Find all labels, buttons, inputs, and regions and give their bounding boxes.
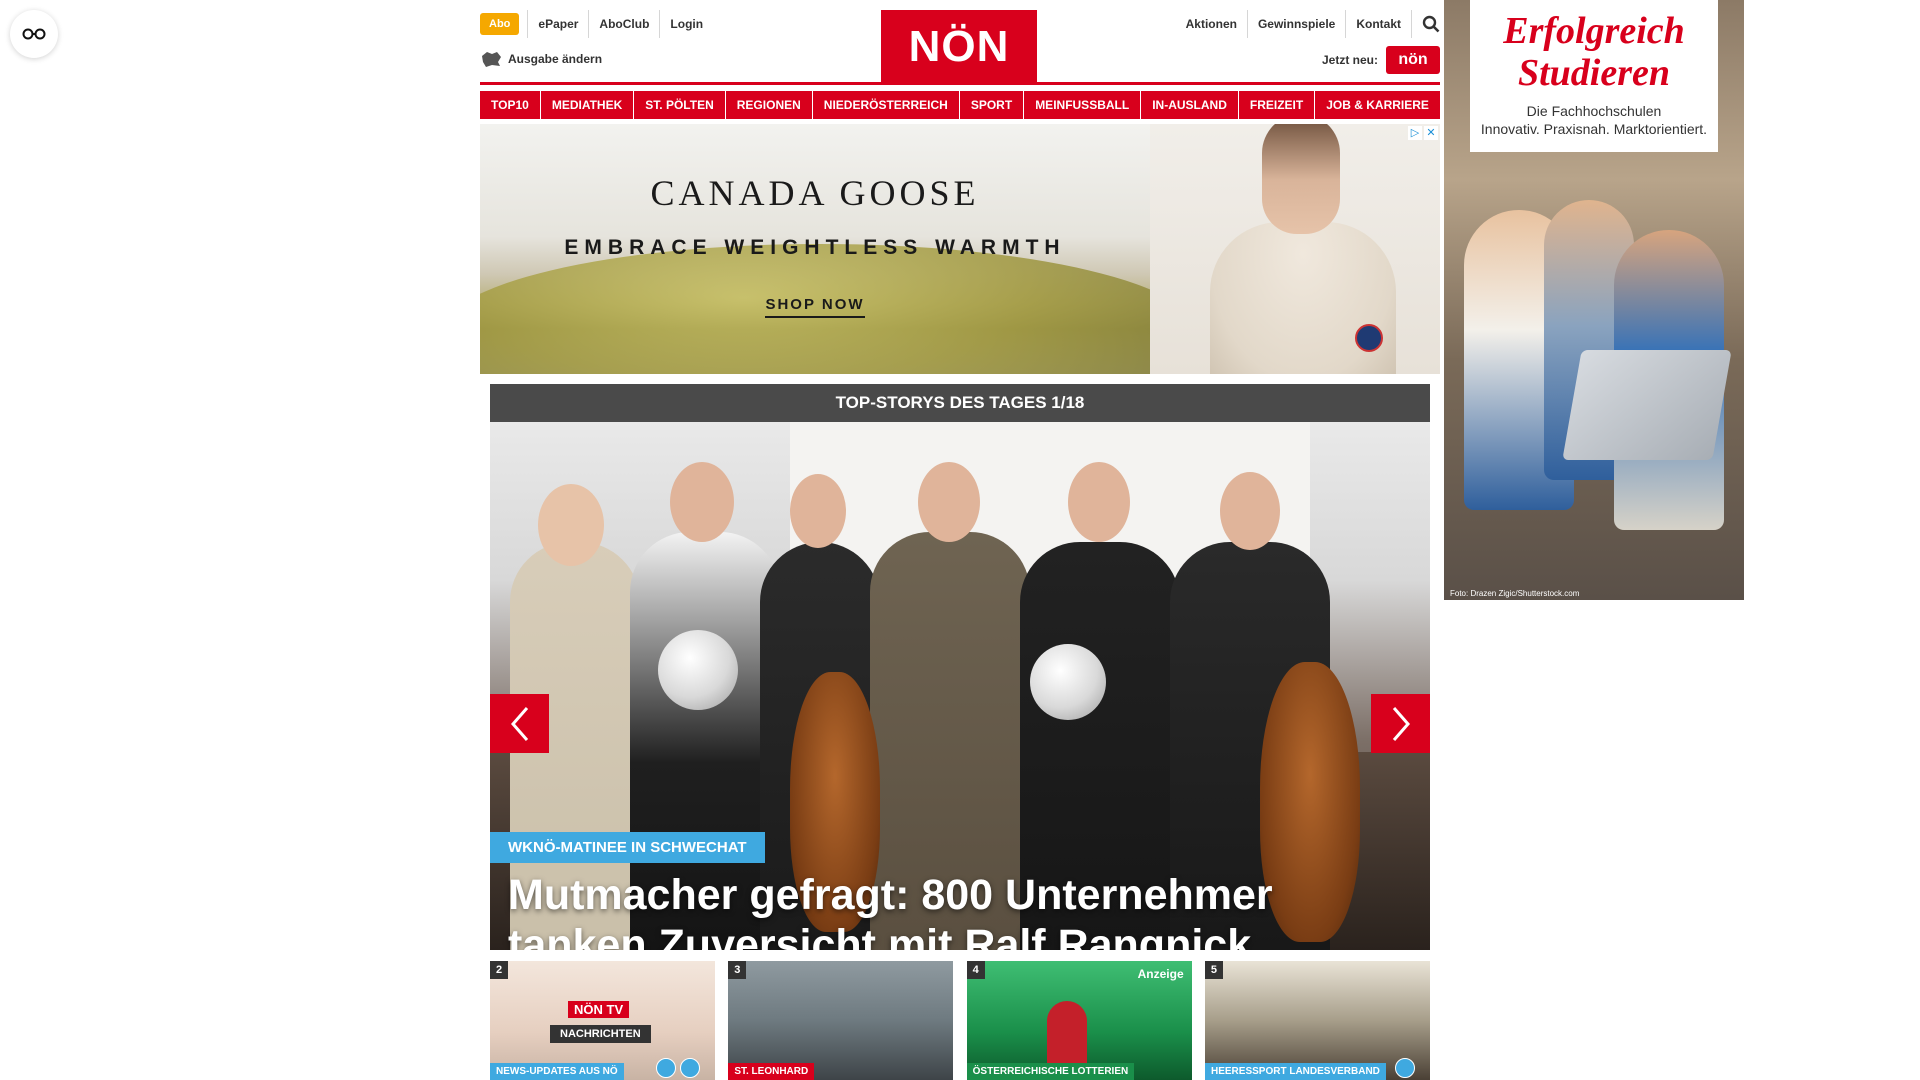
edition-switcher[interactable]: Ausgabe ändern — [480, 50, 602, 68]
adchoices-icon[interactable]: ▷ — [1408, 126, 1422, 140]
aboclub-link[interactable]: AboClub — [588, 10, 659, 38]
abo-button[interactable]: Abo — [480, 13, 520, 35]
ad-close-icon[interactable]: ✕ — [1424, 126, 1438, 140]
site-header: Abo ePaper AboClub Login Ausgabe ändern … — [480, 0, 1440, 92]
ad-text-card: Erfolgreich Studieren Die Fachhochschule… — [1470, 0, 1718, 152]
chevron-right-icon — [1392, 706, 1410, 741]
ad-cta[interactable]: SHOP NOW — [480, 296, 1150, 318]
jetzt-neu: Jetzt neu: nön — [1322, 46, 1440, 74]
thumb-number: 2 — [490, 961, 508, 979]
story-thumb-5[interactable]: 5 HEERESSPORT LANDESVERBAND — [1204, 961, 1430, 1080]
ad-cta-label: SHOP NOW — [765, 296, 865, 318]
story-thumb-4[interactable]: 4 Anzeige ÖSTERREICHISCHE LOTTERIEN — [966, 961, 1192, 1080]
ad-brand: CANADA GOOSE — [650, 173, 980, 213]
ad-line-2: Innovativ. Praxisnah. Marktorientiert. — [1480, 121, 1708, 137]
anzeige-label: Anzeige — [1137, 967, 1184, 981]
aktionen-link[interactable]: Aktionen — [1176, 10, 1248, 38]
kontakt-link[interactable]: Kontakt — [1346, 10, 1412, 38]
nav-item-niederoesterreich[interactable]: NIEDERÖSTERREICH — [812, 91, 959, 119]
jetzt-neu-label: Jetzt neu: — [1321, 53, 1378, 67]
football-1 — [658, 630, 738, 710]
thumb-number: 4 — [966, 961, 985, 979]
epaper-link[interactable]: ePaper — [527, 10, 588, 38]
photo-credit: Foto: Drazen Zigic/Shutterstock.com — [1450, 589, 1580, 598]
glasses-icon — [22, 28, 46, 40]
search-icon — [1422, 15, 1440, 33]
nav-item-mediathek[interactable]: MEDIATHEK — [540, 91, 634, 119]
thumb-category: ST. LEONHARD — [728, 1063, 815, 1080]
adchoices[interactable]: ▷ ✕ — [1408, 126, 1438, 140]
main-nav: TOP10 MEDIATHEK ST. PÖLTEN REGIONEN NIED… — [480, 91, 1440, 119]
non-logo[interactable]: NÖN — [881, 10, 1037, 83]
lower-austria-map-icon — [482, 52, 501, 67]
play-icon — [680, 1058, 700, 1078]
nav-item-job-karriere[interactable]: JOB & KARRIERE — [1315, 91, 1440, 119]
camera-icon — [1394, 1058, 1415, 1078]
header-divider — [480, 82, 1440, 85]
story-thumb-3[interactable]: 3 ST. LEONHARD — [728, 961, 954, 1080]
slider-next-button[interactable] — [1371, 694, 1430, 753]
ad-model-image — [1150, 124, 1440, 374]
nav-item-meinfussball[interactable]: MEINFUSSBALL — [1024, 91, 1141, 119]
top-right-links: Aktionen Gewinnspiele Kontakt — [1176, 10, 1440, 38]
football-2 — [1030, 644, 1106, 720]
canada-goose-ad[interactable]: CANADA GOOSE EMBRACE WEIGHTLESS WARMTH S… — [480, 124, 1440, 374]
nav-item-in-ausland[interactable]: IN-AUSLAND — [1141, 91, 1238, 119]
edition-label: Ausgabe ändern — [508, 52, 603, 66]
search-button[interactable] — [1412, 15, 1440, 33]
slider-image[interactable]: WKNÖ-MATINEE IN SCHWECHAT Mutmacher gefr… — [490, 422, 1430, 950]
camera-icon — [656, 1058, 676, 1078]
thumb-category: NEWS-UPDATES AUS NÖ — [490, 1063, 624, 1080]
thumb-category: HEERESSPORT LANDESVERBAND — [1204, 1063, 1386, 1080]
nav-item-st-poelten[interactable]: ST. PÖLTEN — [634, 91, 725, 119]
slider-title: TOP-STORYS DES TAGES 1/18 — [490, 384, 1430, 422]
ad-headline-1: Erfolgreich — [1503, 10, 1685, 52]
ad-tagline: EMBRACE WEIGHTLESS WARMTH — [564, 236, 1066, 259]
login-link[interactable]: Login — [659, 10, 713, 38]
top-stories-slider: TOP-STORYS DES TAGES 1/18 WKNÖ-MATINEE I… — [490, 384, 1430, 950]
story-thumb-2[interactable]: NÖN TV NACHRICHTEN 2 NEWS-UPDATES AUS NÖ — [490, 961, 715, 1080]
story-headline[interactable]: Mutmacher gefragt: 800 Unternehmer tanke… — [508, 870, 1388, 950]
thumb-number: 3 — [728, 961, 747, 979]
nav-item-freizeit[interactable]: FREIZEIT — [1238, 91, 1315, 119]
thumb-category: ÖSTERREICHISCHE LOTTERIEN — [966, 1063, 1135, 1080]
top-left-links: Abo ePaper AboClub Login — [480, 10, 713, 38]
laptop-image — [1562, 350, 1732, 460]
nav-item-sport[interactable]: SPORT — [959, 91, 1024, 119]
ad-headline-2: Studieren — [1517, 52, 1671, 94]
gewinnspiele-link[interactable]: Gewinnspiele — [1248, 10, 1347, 38]
story-category-tag[interactable]: WKNÖ-MATINEE IN SCHWECHAT — [490, 832, 765, 863]
nav-item-top10[interactable]: TOP10 — [480, 91, 540, 119]
ad-line-1: Die Fachhochschulen — [1526, 103, 1662, 119]
story-thumbnails: NÖN TV NACHRICHTEN 2 NEWS-UPDATES AUS NÖ… — [490, 961, 1430, 1080]
jetzt-neu-badge[interactable]: nön — [1386, 46, 1440, 74]
nav-item-regionen[interactable]: REGIONEN — [725, 91, 812, 119]
slider-prev-button[interactable] — [490, 694, 549, 753]
fachhochschulen-ad[interactable]: Erfolgreich Studieren Die Fachhochschule… — [1444, 0, 1744, 600]
reader-mode-button[interactable] — [10, 10, 58, 58]
nachrichten-label: NACHRICHTEN — [550, 1025, 651, 1043]
non-tv-logo: NÖN TV — [568, 1001, 630, 1018]
thumb-number: 5 — [1204, 961, 1223, 979]
chevron-left-icon — [510, 706, 528, 741]
canada-goose-patch-icon — [1355, 324, 1383, 352]
